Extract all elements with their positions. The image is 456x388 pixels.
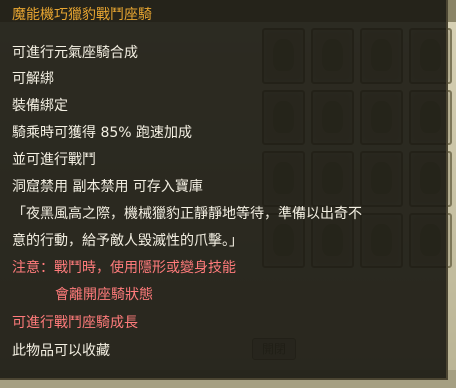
warning-line: 會離開座騎狀態	[55, 287, 153, 303]
tooltip-line: 可解綁	[12, 71, 54, 87]
growth-line: 可進行戰鬥座騎成長	[12, 315, 138, 331]
warning-line: 注意：戰鬥時，使用隱形或變身技能	[12, 260, 236, 276]
tooltip-line: 可進行元氣座騎合成	[12, 45, 138, 61]
tooltip-line: 騎乘時可獲得 85% 跑速加成	[12, 125, 193, 141]
collect-line: 此物品可以收藏	[12, 343, 110, 359]
tooltip-line: 並可進行戰鬥	[12, 152, 96, 168]
tooltip-flavor-line: 「夜黑風高之際，機械獵豹正靜靜地等待，準備以出奇不	[12, 206, 362, 222]
tooltip-line: 裝備綁定	[12, 98, 68, 114]
tooltip-line: 洞窟禁用 副本禁用 可存入寶庫	[12, 179, 203, 195]
item-tooltip: 魔能機巧獵豹戰鬥座騎 可進行元氣座騎合成 可解綁 裝備綁定 騎乘時可獲得 85%…	[0, 0, 448, 380]
tooltip-flavor-line: 意的行動，給予敵人毀滅性的爪擊。」	[12, 233, 243, 249]
item-name: 魔能機巧獵豹戰鬥座騎	[12, 7, 152, 23]
